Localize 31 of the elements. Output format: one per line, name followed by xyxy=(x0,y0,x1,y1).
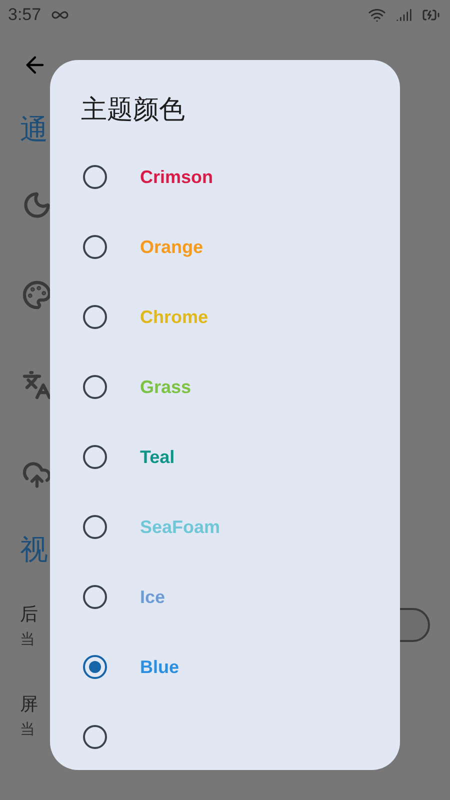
color-option-label[interactable]: SeaFoam xyxy=(140,516,220,538)
radio-button[interactable] xyxy=(83,235,107,259)
radio-button[interactable] xyxy=(83,585,107,609)
radio-button[interactable] xyxy=(83,515,107,539)
wifi-icon xyxy=(368,6,386,24)
setting-title: 后 xyxy=(20,602,38,626)
section-heading: 通 xyxy=(20,113,48,147)
radio-button[interactable] xyxy=(83,305,107,329)
radio-button[interactable] xyxy=(83,725,107,749)
radio-button[interactable] xyxy=(83,375,107,399)
status-time: 3:57 xyxy=(8,5,42,25)
section-heading: 视 xyxy=(20,533,48,567)
color-option-label[interactable]: Ice xyxy=(140,586,166,608)
color-option-label[interactable]: Orange xyxy=(140,236,204,258)
radio-button[interactable] xyxy=(83,165,107,189)
color-option-label[interactable]: Blue xyxy=(140,656,180,678)
color-option-label[interactable]: Chrome xyxy=(140,306,208,328)
translate-icon xyxy=(22,370,52,400)
setting-description: 当 xyxy=(20,720,35,738)
signal-icon xyxy=(396,7,412,23)
cloud-upload-icon xyxy=(22,460,52,490)
dialog-title: 主题颜色 xyxy=(80,93,186,126)
color-option-label[interactable]: Teal xyxy=(140,446,175,468)
radio-button[interactable] xyxy=(83,655,107,679)
setting-description: 当 xyxy=(20,630,35,648)
color-option-label[interactable]: Grass xyxy=(140,376,192,398)
radio-button[interactable] xyxy=(83,445,107,469)
palette-icon xyxy=(22,280,52,310)
color-option-label[interactable]: Crimson xyxy=(140,166,214,188)
moon-icon xyxy=(22,190,52,220)
setting-title: 屏 xyxy=(20,692,38,716)
